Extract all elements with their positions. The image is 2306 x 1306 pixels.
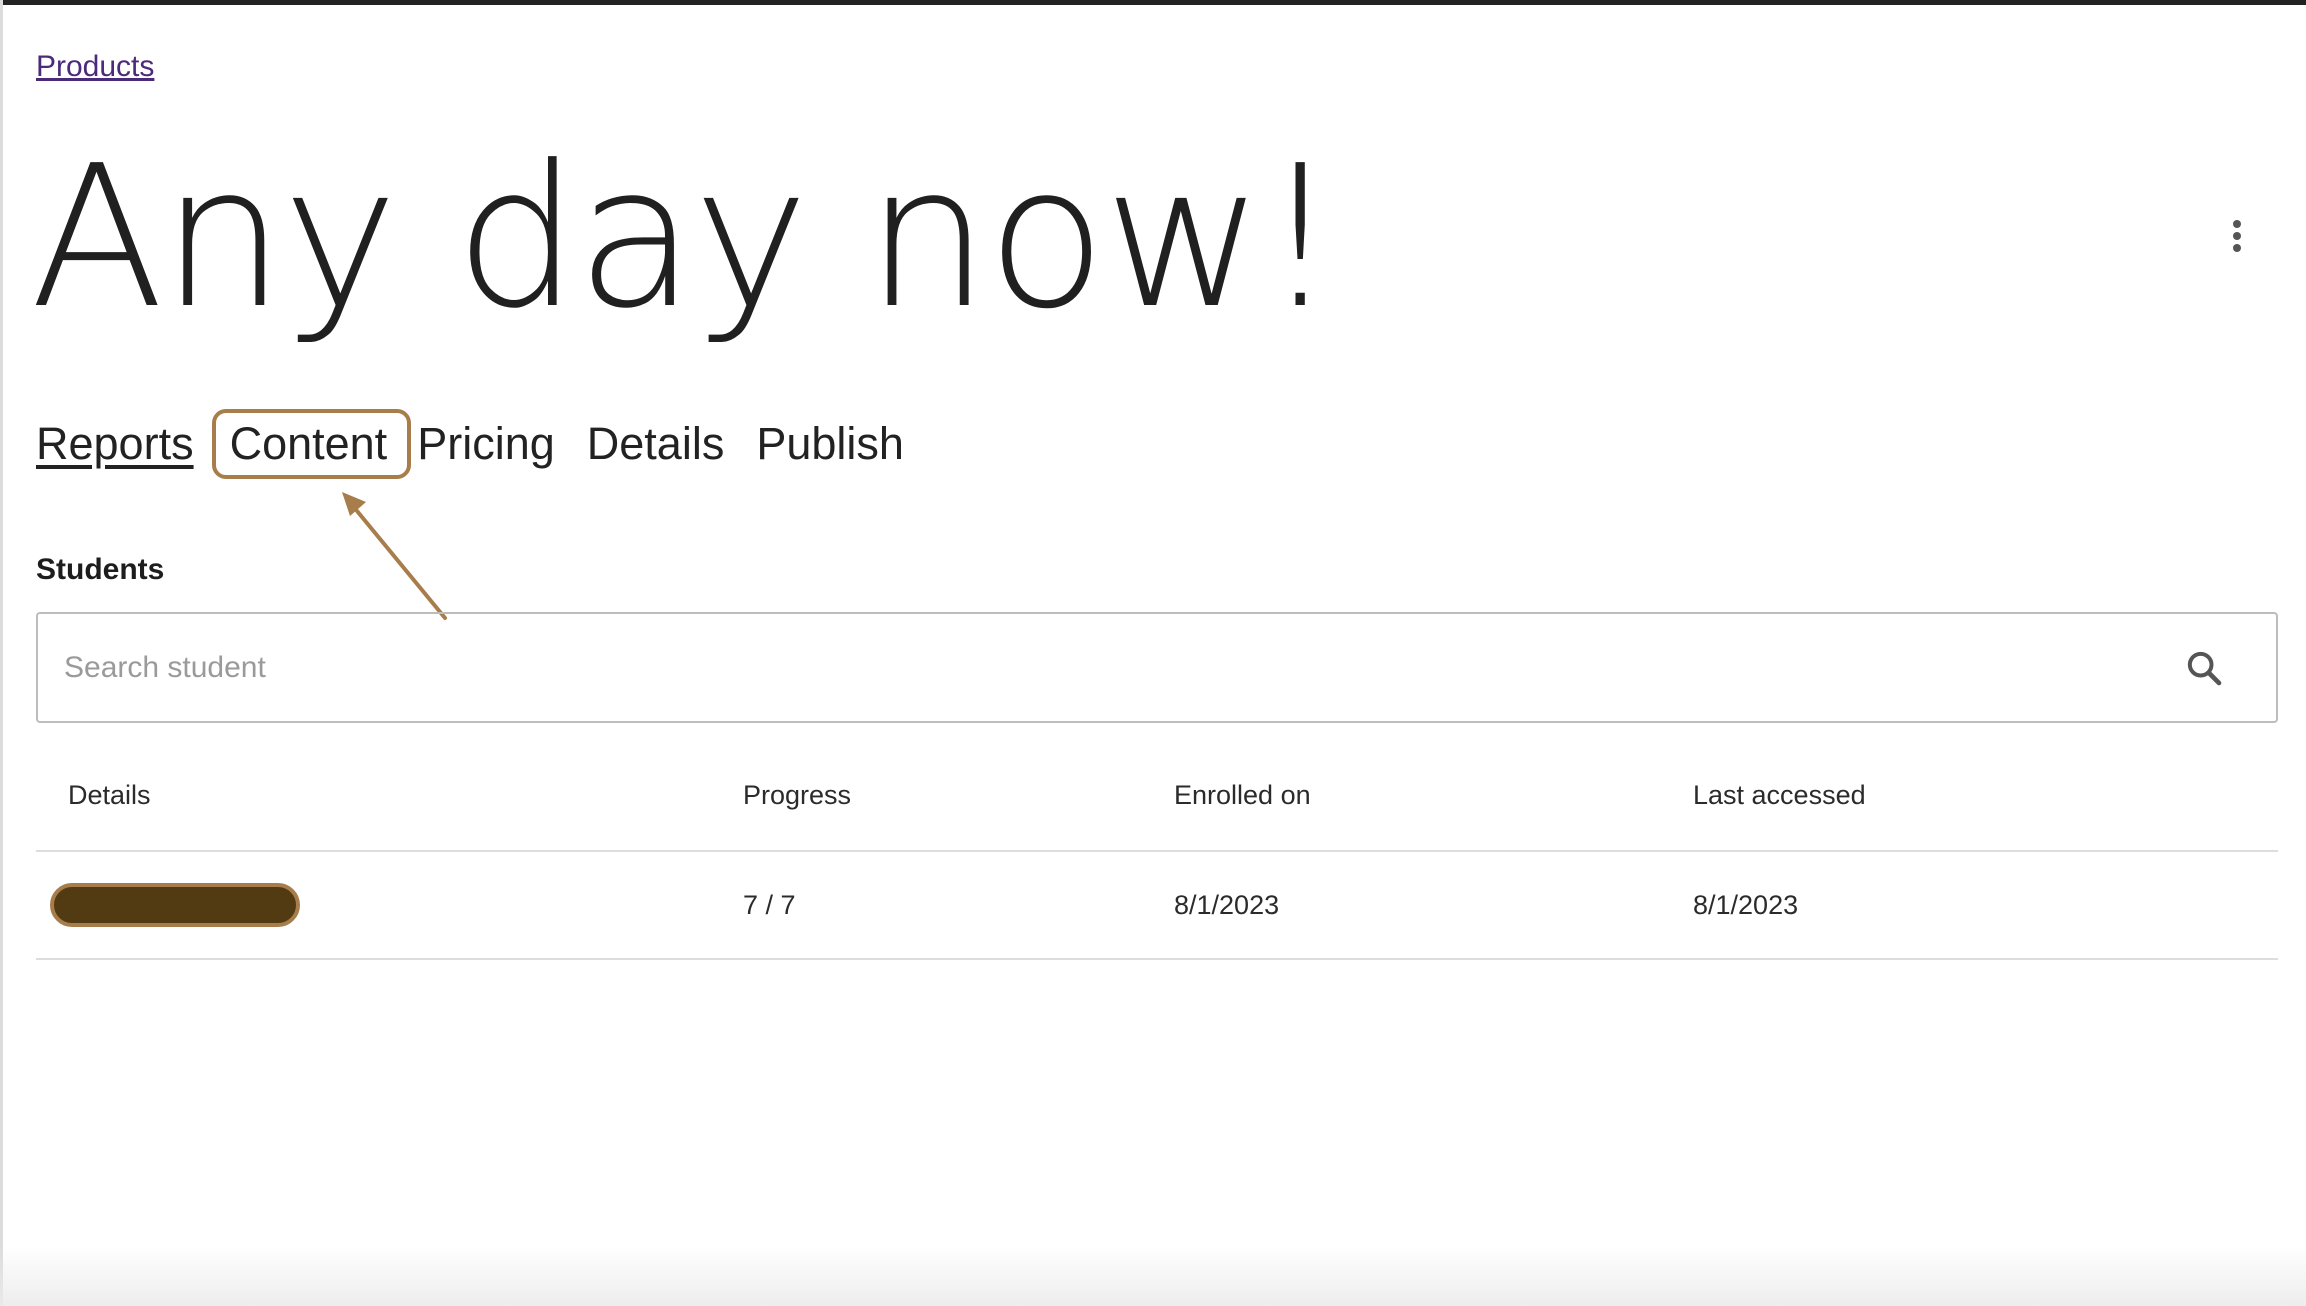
column-header-last-accessed: Last accessed [1693, 779, 1866, 810]
table-header-row: Details Progress Enrolled on Last access… [36, 740, 2278, 852]
tab-details[interactable]: Details [587, 414, 725, 474]
breadcrumb-products-link[interactable]: Products [36, 50, 154, 84]
student-search-field [36, 612, 2278, 723]
student-details-cell [36, 883, 743, 927]
product-tabs: Reports Content Pricing Details Publish [36, 409, 904, 479]
more-vertical-icon [2233, 220, 2241, 228]
bottom-shadow [0, 1246, 2306, 1306]
more-vertical-icon-dot [2233, 232, 2241, 240]
column-header-details: Details [68, 779, 151, 810]
student-last-accessed: 8/1/2023 [1693, 889, 1799, 920]
redacted-student-name[interactable] [50, 883, 300, 927]
page: Products Any day now! Reports Content Pr… [0, 0, 2306, 1306]
students-table: Details Progress Enrolled on Last access… [36, 740, 2278, 960]
student-enrolled-on: 8/1/2023 [1174, 889, 1280, 920]
more-options-button[interactable] [2220, 216, 2254, 256]
student-progress: 7 / 7 [743, 889, 796, 920]
tab-pricing[interactable]: Pricing [417, 414, 555, 474]
table-row[interactable]: 7 / 7 8/1/2023 8/1/2023 [36, 852, 2278, 960]
top-divider [0, 0, 2306, 5]
tab-content[interactable]: Content [211, 409, 412, 479]
tab-reports[interactable]: Reports [36, 414, 194, 474]
page-title: Any day now! [30, 124, 1339, 352]
column-header-enrolled-on: Enrolled on [1174, 779, 1311, 810]
more-vertical-icon-dot [2233, 244, 2241, 252]
column-header-progress: Progress [743, 779, 852, 810]
student-search-input[interactable] [38, 614, 2174, 721]
tab-content-label: Content [229, 418, 388, 469]
tab-publish[interactable]: Publish [756, 414, 904, 474]
annotation-arrow-icon [342, 492, 447, 620]
students-section-title: Students [36, 553, 165, 586]
left-border [0, 0, 3, 1306]
search-icon[interactable] [2174, 638, 2234, 698]
